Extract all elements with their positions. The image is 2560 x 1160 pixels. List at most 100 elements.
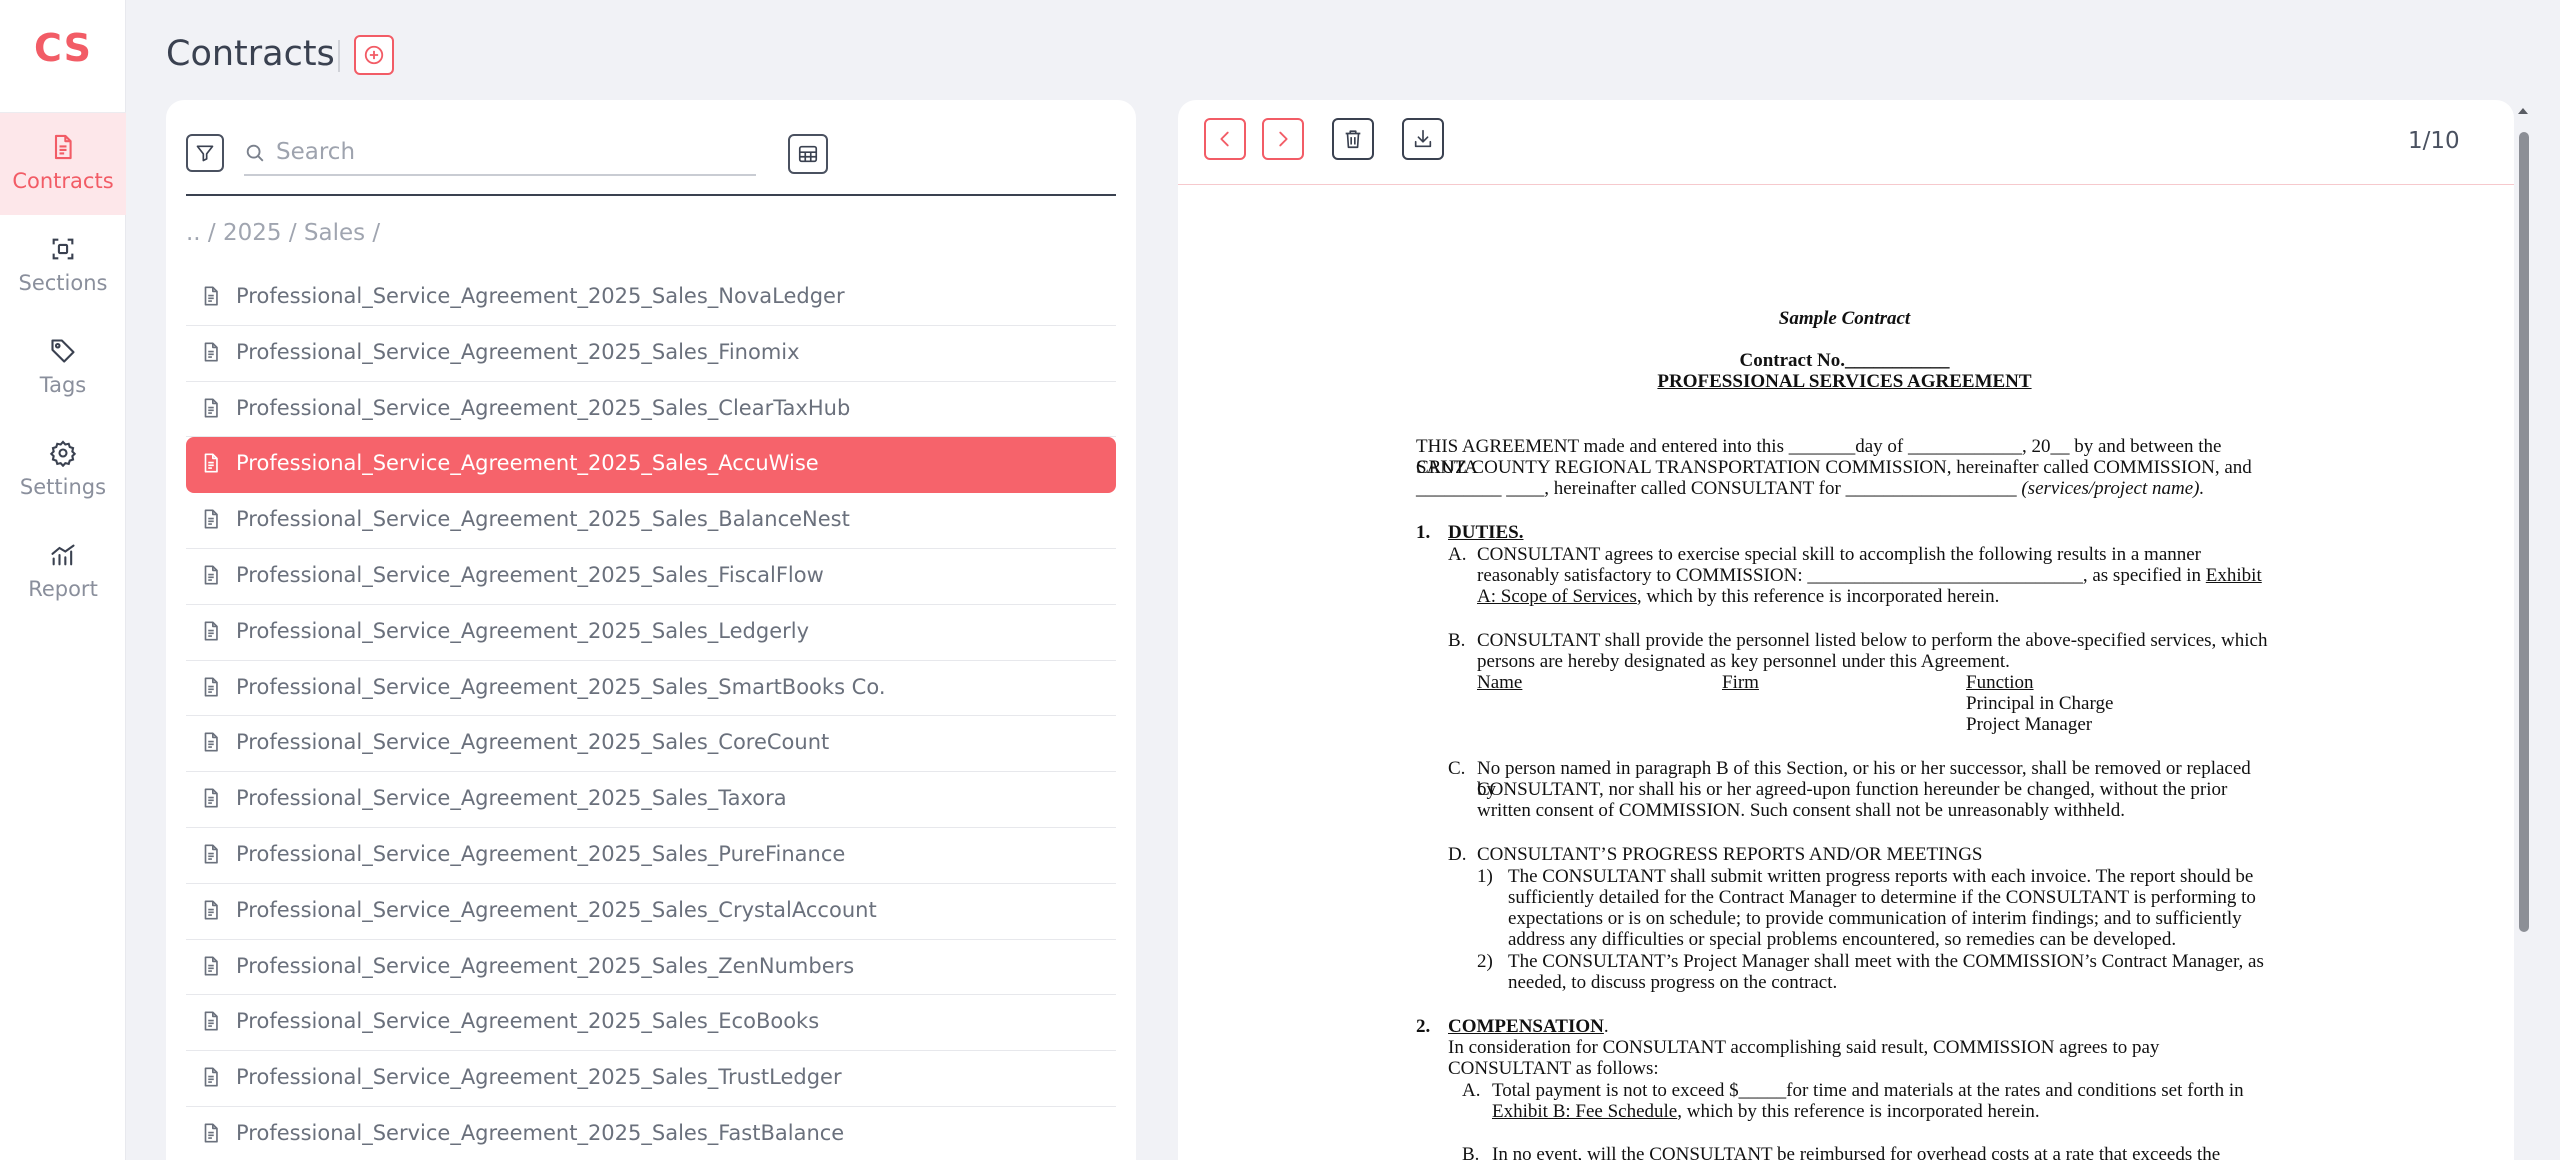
sidebar-item-tags[interactable]: Tags [0,317,126,419]
file-icon [204,621,218,641]
contracts-list-panel: .. / 2025 / Sales / Professional_Service… [166,100,1136,1160]
doc-text: CONSULTANT as follows: [1448,1058,1659,1079]
list-item[interactable]: Professional_Service_Agreement_2025_Sale… [186,828,1116,884]
doc-item-label: B. [1448,630,1466,651]
doc-text: Exhibit B: Fee Schedule, which by this r… [1492,1101,2040,1122]
list-item[interactable]: Professional_Service_Agreement_2025_Sale… [186,661,1116,717]
file-icon [204,565,218,585]
previous-page-button[interactable] [1204,118,1246,160]
doc-text: CONSULTANT agrees to exercise special sk… [1477,544,2202,565]
doc-text: CONSULTANT, nor shall his or her agreed-… [1477,779,2228,800]
doc-link[interactable]: A: Scope of Services [1477,586,1637,607]
doc-column-firm: Firm [1722,672,1759,693]
doc-text: (services/project name). [2021,478,2205,499]
breadcrumb[interactable]: .. / 2025 / Sales / [186,220,380,246]
list-item[interactable]: Professional_Service_Agreement_2025_Sale… [186,326,1116,382]
doc-text: address any difficulties or special prob… [1508,929,2177,950]
file-name: Professional_Service_Agreement_2025_Sale… [236,730,830,755]
file-name: Professional_Service_Agreement_2025_Sale… [236,562,824,587]
doc-text: The CONSULTANT shall submit written prog… [1508,866,2254,887]
list-item[interactable]: Professional_Service_Agreement_2025_Sale… [186,1107,1116,1160]
next-page-button[interactable] [1262,118,1304,160]
doc-text: written consent of COMMISSION. Such cons… [1477,800,2126,821]
list-item[interactable]: Professional_Service_Agreement_2025_Sale… [186,940,1116,996]
list-item[interactable]: Professional_Service_Agreement_2025_Sale… [186,605,1116,661]
doc-column-name: Name [1477,672,1523,693]
list-item[interactable]: Professional_Service_Agreement_2025_Sale… [186,549,1116,605]
chevron-left-icon [1220,131,1229,147]
add-contract-button[interactable] [354,35,394,75]
file-name: Professional_Service_Agreement_2025_Sale… [236,953,855,978]
file-name: Professional_Service_Agreement_2025_Sale… [236,451,819,476]
file-list: Professional_Service_Agreement_2025_Sale… [186,270,1116,1160]
scroll-up-arrow-icon[interactable] [2516,104,2530,118]
sidebar-item-settings[interactable]: Settings [0,419,126,521]
file-name: Professional_Service_Agreement_2025_Sale… [236,339,800,364]
doc-text: . [1603,1016,1609,1037]
list-item[interactable]: Professional_Service_Agreement_2025_Sale… [186,772,1116,828]
table-icon [798,145,818,163]
sidebar-item-contracts[interactable]: Contracts [0,113,126,215]
sidebar-item-sections[interactable]: Sections [0,215,126,317]
file-icon [204,788,218,808]
app-logo: CS [34,26,92,70]
file-icon [204,1011,218,1031]
list-item[interactable]: Professional_Service_Agreement_2025_Sale… [186,884,1116,940]
delete-button[interactable] [1332,118,1374,160]
doc-link[interactable]: Exhibit B: Fee Schedule [1492,1101,1677,1122]
title-divider [338,40,340,72]
sidebar-item-report[interactable]: Report [0,521,126,623]
list-item[interactable]: Professional_Service_Agreement_2025_Sale… [186,1051,1116,1107]
doc-item-label: 2) [1477,951,1493,972]
sidebar-item-label: Report [28,577,98,601]
file-icon [204,900,218,920]
file-icon [204,732,218,752]
doc-item-label: A. [1462,1080,1481,1101]
list-item[interactable]: Professional_Service_Agreement_2025_Sale… [186,270,1116,326]
download-button[interactable] [1402,118,1444,160]
file-name: Professional_Service_Agreement_2025_Sale… [236,841,846,866]
doc-contract-number: Contract No.___________ [1739,350,1950,371]
file-name: Professional_Service_Agreement_2025_Sale… [236,618,810,643]
file-icon [204,677,218,697]
doc-intro-line: _________ ____, hereinafter called CONSU… [1416,478,2273,499]
search-input[interactable] [276,134,746,170]
list-item[interactable]: Professional_Service_Agreement_2025_Sale… [186,382,1116,438]
file-name: Professional_Service_Agreement_2025_Sale… [236,284,845,308]
search-box [244,130,756,176]
chart-icon [51,544,75,566]
doc-text: , which by this reference is incorporate… [1677,1101,2040,1122]
filter-button[interactable] [186,134,224,172]
doc-text: The CONSULTANT’s Project Manager shall m… [1508,951,2264,972]
search-icon [246,144,264,162]
doc-item-label: A. [1448,544,1467,565]
file-icon [204,1067,218,1087]
doc-text: sufficiently detailed for the Contract M… [1508,887,2256,908]
document-icon [54,134,72,160]
doc-text: , which by this reference is incorporate… [1636,586,2000,607]
table-view-button[interactable] [788,134,828,174]
doc-header: Sample Contract [1778,308,1911,329]
file-icon [204,398,218,418]
sidebar-item-label: Settings [19,475,107,499]
doc-title: PROFESSIONAL SERVICES AGREEMENT [1657,371,2032,392]
list-item[interactable]: Professional_Service_Agreement_2025_Sale… [186,493,1116,549]
file-name: Professional_Service_Agreement_2025_Sale… [236,1065,842,1090]
file-icon [204,509,218,529]
doc-section-number: 1. [1416,522,1431,543]
doc-text: CONSULTANT shall provide the personnel l… [1477,630,2268,651]
list-item[interactable]: Professional_Service_Agreement_2025_Sale… [186,716,1116,773]
doc-text: expectations or is on schedule; to provi… [1508,908,2242,929]
doc-section-title: DUTIES. [1448,522,1524,543]
divider [186,194,1116,196]
divider [1178,184,2514,185]
doc-link[interactable]: Exhibit [2206,565,2262,586]
list-item-selected[interactable]: Professional_Service_Agreement_2025_Sale… [186,437,1116,494]
plus-circle-icon [364,45,384,65]
scrollbar-thumb[interactable] [2519,132,2529,932]
doc-section-number: 2. [1416,1016,1431,1037]
file-name: Professional_Service_Agreement_2025_Sale… [236,897,877,922]
doc-text: In no event, will the CONSULTANT be reim… [1492,1144,2221,1160]
list-item[interactable]: Professional_Service_Agreement_2025_Sale… [186,995,1116,1052]
file-icon [204,286,218,306]
